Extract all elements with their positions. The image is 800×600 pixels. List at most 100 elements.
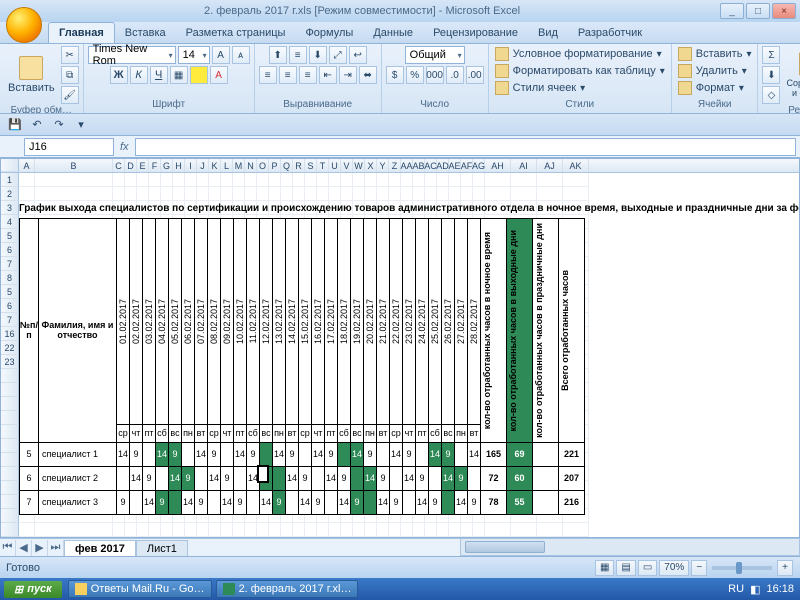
tab-insert[interactable]: Вставка [115,23,176,43]
align-center-button[interactable]: ≡ [279,66,297,84]
col-header[interactable]: P [269,159,281,172]
sheet-tab-other[interactable]: Лист1 [136,540,188,557]
formula-bar[interactable] [135,138,796,156]
shrink-font-button[interactable]: ᴀ [232,46,250,64]
taskbar-item-browser[interactable]: Ответы Mail.Ru - Go… [68,580,212,598]
autosum-button[interactable]: Σ [762,46,780,64]
row-header[interactable] [1,369,19,383]
col-header[interactable]: AC [425,159,437,172]
fill-color-button[interactable] [190,66,208,84]
start-button[interactable]: ⊞пуск [4,581,62,598]
increase-decimal-button[interactable]: .0 [446,66,464,84]
border-button[interactable]: ▦ [170,66,188,84]
copy-button[interactable]: ⧉ [61,66,79,84]
row-header[interactable] [1,523,19,537]
col-header[interactable]: AB [413,159,425,172]
office-button[interactable] [6,7,42,43]
column-headers[interactable]: ABCDEFGHIJKLMNOPQRSTUVWXYZAAABACADAEAFAG… [1,159,799,173]
row-header[interactable]: 5 [1,285,19,299]
fx-icon[interactable]: fx [120,141,129,153]
cut-button[interactable]: ✂ [61,46,79,64]
zoom-slider[interactable] [712,566,772,570]
font-name-combo[interactable]: Times New Rom [88,46,176,64]
col-header[interactable]: C [113,159,125,172]
font-size-combo[interactable]: 14 [178,46,210,64]
col-header[interactable]: AI [511,159,537,172]
worksheet-area[interactable]: ABCDEFGHIJKLMNOPQRSTUVWXYZAAABACADAEAFAG… [0,158,800,538]
tab-nav-last[interactable]: ⏭ [48,540,64,556]
row-header[interactable] [1,481,19,495]
maximize-button[interactable]: □ [746,3,770,19]
col-header[interactable]: AH [485,159,511,172]
tab-nav-prev[interactable]: ◀ [16,540,32,556]
grow-font-button[interactable]: A [212,46,230,64]
col-header[interactable]: J [197,159,209,172]
tab-data[interactable]: Данные [363,23,423,43]
horizontal-scrollbar[interactable] [460,538,800,556]
scroll-thumb[interactable] [465,541,545,553]
format-painter-button[interactable]: 🖌 [61,86,79,104]
font-color-button[interactable]: A [210,66,228,84]
col-header[interactable]: AK [563,159,589,172]
row-header[interactable] [1,383,19,397]
row-header[interactable] [1,425,19,439]
tab-nav-next[interactable]: ▶ [32,540,48,556]
align-bottom-button[interactable]: ⬇ [309,46,327,64]
zoom-out-button[interactable]: − [691,560,707,576]
col-header[interactable]: T [317,159,329,172]
col-header[interactable]: K [209,159,221,172]
tab-developer[interactable]: Разработчик [568,23,652,43]
col-header[interactable]: Y [377,159,389,172]
row-header[interactable]: 7 [1,257,19,271]
paste-button[interactable]: Вставить [4,54,59,96]
tab-nav-first[interactable]: ⏮ [0,540,16,556]
taskbar-item-excel[interactable]: 2. февраль 2017 г.xl… [216,580,359,598]
comma-button[interactable]: 000 [426,66,444,84]
row-header[interactable]: 7 [1,313,19,327]
fill-button[interactable]: ⬇ [762,66,780,84]
view-pagebreak-button[interactable]: ▭ [638,560,657,576]
col-header[interactable]: F [149,159,161,172]
redo-button[interactable]: ↷ [50,116,68,134]
col-header[interactable]: H [173,159,185,172]
tab-view[interactable]: Вид [528,23,568,43]
view-normal-button[interactable]: ▦ [595,560,614,576]
percent-button[interactable]: % [406,66,424,84]
row-header[interactable]: 1 [1,173,19,187]
orientation-button[interactable]: ⤢ [329,46,347,64]
col-header[interactable]: R [293,159,305,172]
align-left-button[interactable]: ≡ [259,66,277,84]
col-header[interactable]: W [353,159,365,172]
col-header[interactable]: E [137,159,149,172]
tab-formulas[interactable]: Формулы [295,23,363,43]
tab-page-layout[interactable]: Разметка страницы [176,23,296,43]
row-header[interactable]: 6 [1,243,19,257]
row-header[interactable] [1,411,19,425]
sheet-tab-active[interactable]: фев 2017 [64,540,136,557]
italic-button[interactable]: К [130,66,148,84]
col-header[interactable]: Q [281,159,293,172]
align-middle-button[interactable]: ≡ [289,46,307,64]
col-header[interactable]: AJ [537,159,563,172]
close-button[interactable]: × [772,3,796,19]
row-header[interactable]: 4 [1,215,19,229]
col-header[interactable]: S [305,159,317,172]
col-header[interactable]: G [161,159,173,172]
col-header[interactable]: V [341,159,353,172]
decrease-indent-button[interactable]: ⇤ [319,66,337,84]
number-format-combo[interactable]: Общий [405,46,465,64]
delete-cells-button[interactable]: Удалить ▾ [676,63,749,79]
row-header[interactable]: 2 [1,187,19,201]
row-header[interactable]: 22 [1,341,19,355]
align-top-button[interactable]: ⬆ [269,46,287,64]
zoom-in-button[interactable]: + [777,560,793,576]
row-header[interactable]: 6 [1,299,19,313]
system-tray[interactable]: RU ◧ 16:18 [722,583,800,596]
cell-styles-button[interactable]: Стили ячеек ▾ [493,80,588,96]
undo-button[interactable]: ↶ [28,116,46,134]
row-header[interactable] [1,453,19,467]
tab-home[interactable]: Главная [48,22,115,43]
col-header[interactable]: D [125,159,137,172]
col-header[interactable]: X [365,159,377,172]
language-indicator[interactable]: RU [728,583,744,595]
